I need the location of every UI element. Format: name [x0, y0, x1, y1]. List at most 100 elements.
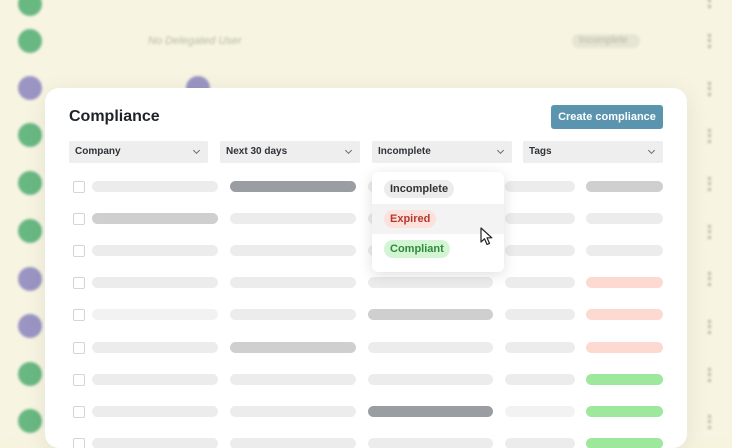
bg-status-text: Incomplete [579, 35, 628, 46]
bg-more-icon [708, 82, 716, 96]
filter-label: Company [75, 146, 121, 157]
bg-avatar [18, 314, 42, 338]
cell-placeholder [230, 245, 356, 256]
compliance-panel: Compliance Create compliance Company Nex… [45, 88, 687, 448]
bg-avatar [18, 29, 42, 53]
cell-placeholder [505, 438, 575, 448]
bg-more-icon [708, 129, 716, 143]
cell-placeholder [92, 277, 218, 288]
row-checkbox[interactable] [73, 438, 85, 448]
bg-more-icon [708, 34, 716, 48]
bg-avatar [18, 362, 42, 386]
cell-placeholder [368, 406, 493, 417]
cell-placeholder [92, 438, 218, 448]
cell-placeholder [586, 245, 663, 256]
bg-avatar [18, 76, 42, 100]
cell-placeholder [230, 277, 356, 288]
table-row[interactable] [45, 403, 687, 421]
status-chip-incomplete: Incomplete [384, 180, 455, 198]
cell-placeholder [230, 438, 356, 448]
page-title: Compliance [69, 108, 160, 125]
bg-more-icon [708, 272, 716, 286]
row-checkbox[interactable] [73, 245, 85, 257]
cell-placeholder [230, 342, 356, 353]
cell-placeholder [586, 309, 663, 320]
chevron-down-icon [192, 146, 201, 155]
filter-status[interactable]: Incomplete [372, 141, 512, 163]
status-dropdown-menu: Incomplete Expired Compliant [372, 172, 504, 272]
bg-avatar [18, 219, 42, 243]
cell-placeholder [505, 277, 575, 288]
create-compliance-button[interactable]: Create compliance [551, 105, 663, 129]
filter-tags[interactable]: Tags [523, 141, 663, 163]
bg-more-icon [708, 0, 716, 8]
bg-delegated-text: No Delegated User [148, 35, 242, 47]
cell-placeholder [586, 213, 663, 224]
cell-placeholder [505, 245, 575, 256]
table-row[interactable] [45, 306, 687, 324]
filter-label: Tags [529, 146, 552, 157]
row-checkbox[interactable] [73, 181, 85, 193]
bg-more-icon [708, 177, 716, 191]
chevron-down-icon [647, 146, 656, 155]
filter-date-range[interactable]: Next 30 days [220, 141, 360, 163]
cell-placeholder [505, 181, 575, 192]
table-row[interactable] [45, 339, 687, 357]
cell-placeholder [368, 309, 493, 320]
bg-more-icon [708, 415, 716, 429]
filter-company[interactable]: Company [69, 141, 208, 163]
table-row[interactable] [45, 178, 687, 196]
cell-placeholder [368, 374, 493, 385]
chevron-down-icon [344, 146, 353, 155]
status-chip-compliant: Compliant [384, 240, 450, 258]
cell-placeholder [230, 213, 356, 224]
cell-placeholder [368, 342, 493, 353]
cell-placeholder [92, 406, 218, 417]
filter-label: Incomplete [378, 146, 431, 157]
cell-placeholder [92, 342, 218, 353]
cell-placeholder [586, 374, 663, 385]
table-row[interactable] [45, 371, 687, 389]
cell-placeholder [92, 181, 218, 192]
cell-placeholder [505, 374, 575, 385]
table-row[interactable] [45, 210, 687, 228]
status-chip-expired: Expired [384, 210, 437, 228]
bg-more-icon [708, 320, 716, 334]
bg-avatar [18, 0, 42, 16]
cell-placeholder [368, 438, 493, 448]
cell-placeholder [230, 406, 356, 417]
bg-avatar [18, 267, 42, 291]
cell-placeholder [505, 309, 575, 320]
cell-placeholder [586, 438, 663, 448]
cell-placeholder [586, 406, 663, 417]
cell-placeholder [586, 181, 663, 192]
cell-placeholder [92, 374, 218, 385]
cell-placeholder [92, 245, 218, 256]
table-row[interactable] [45, 274, 687, 292]
row-checkbox[interactable] [73, 342, 85, 354]
cell-placeholder [586, 342, 663, 353]
filter-label: Next 30 days [226, 146, 288, 157]
bg-more-icon [708, 225, 716, 239]
cell-placeholder [230, 181, 356, 192]
row-checkbox[interactable] [73, 374, 85, 386]
row-checkbox[interactable] [73, 277, 85, 289]
table-row[interactable] [45, 242, 687, 260]
cell-placeholder [368, 277, 493, 288]
cell-placeholder [505, 342, 575, 353]
bg-more-icon [708, 368, 716, 382]
dropdown-option-incomplete[interactable]: Incomplete [372, 174, 504, 204]
mouse-cursor-icon [480, 227, 493, 246]
row-checkbox[interactable] [73, 406, 85, 418]
table-row[interactable] [45, 435, 687, 448]
bg-avatar [18, 409, 42, 433]
cell-placeholder [586, 277, 663, 288]
row-checkbox[interactable] [73, 213, 85, 225]
chevron-down-icon [496, 146, 505, 155]
cell-placeholder [92, 213, 218, 224]
cell-placeholder [230, 309, 356, 320]
row-checkbox[interactable] [73, 309, 85, 321]
cell-placeholder [92, 309, 218, 320]
bg-avatar [18, 171, 42, 195]
bg-avatar [18, 123, 42, 147]
